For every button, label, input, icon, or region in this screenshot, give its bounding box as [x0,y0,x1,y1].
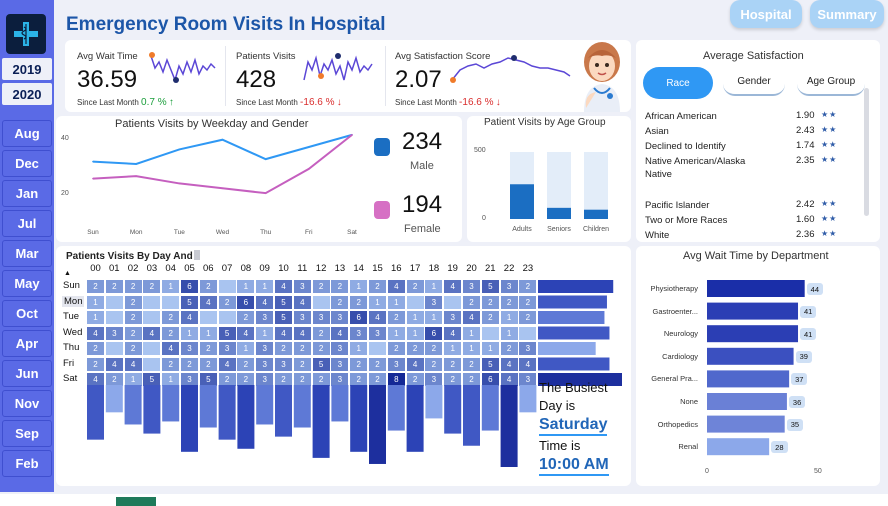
dept-bar [707,302,799,320]
dept-bar [707,280,805,297]
dept-xtick-50: 50 [814,468,822,475]
dept-bar [707,325,799,343]
dept-bar [707,370,790,388]
dept-bar [707,415,785,433]
dept-bar [707,438,770,456]
department-bar-chart [707,280,805,456]
page-tab-active[interactable] [116,497,156,506]
dept-bar [707,347,794,365]
dashboard: 2019 2020 Aug Dec Jan Jul Mar May Oct Apr Jun Nov S… [0,0,888,506]
dept-xtick-0: 0 [705,468,709,475]
dept-bar [707,393,787,410]
